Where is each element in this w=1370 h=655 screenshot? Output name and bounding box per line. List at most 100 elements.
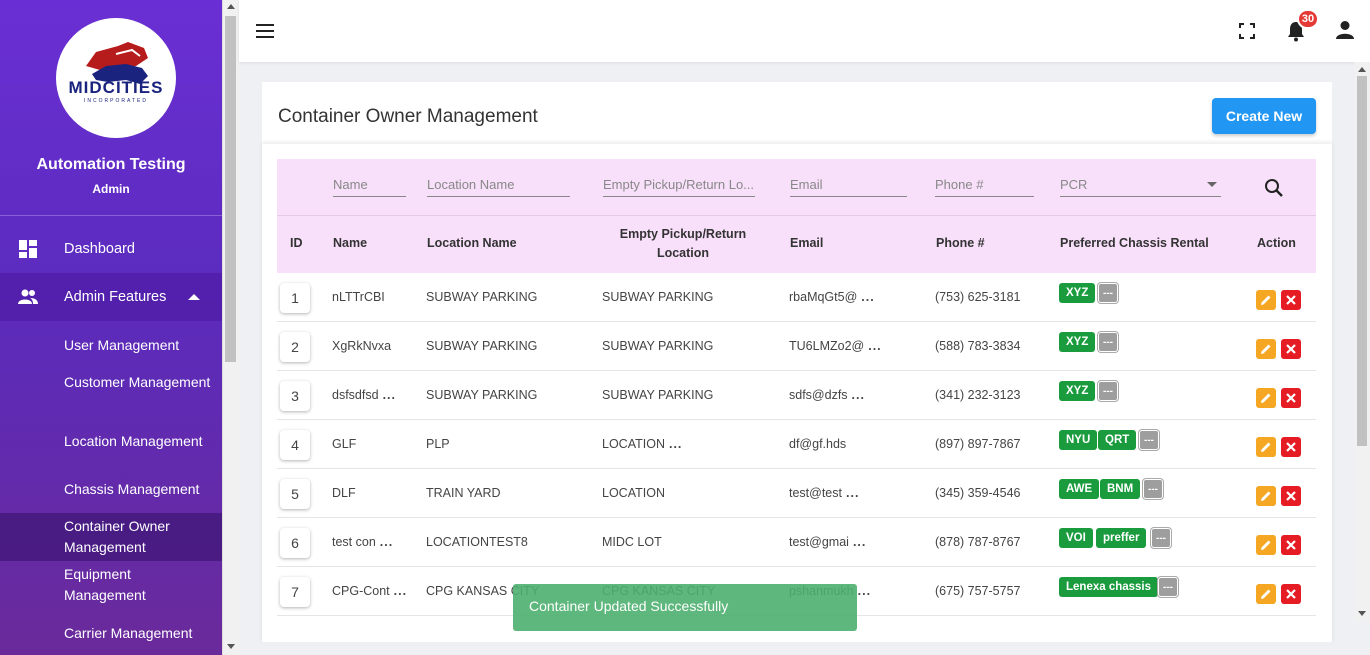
row-name: GLF (332, 437, 360, 451)
row-name-more[interactable]: ... (394, 584, 407, 598)
row-empty-pickup: SUBWAY PARKING (602, 388, 717, 402)
pencil-icon (1261, 295, 1271, 305)
location-filter-input[interactable]: Location Name (427, 175, 570, 197)
row-empty-pickup-more[interactable]: ... (669, 437, 682, 451)
row-email: sdfs@dzfs... (789, 388, 865, 402)
row-name-more[interactable]: ... (380, 535, 393, 549)
close-icon (1286, 344, 1296, 354)
row-phone: (675) 757-5757 (935, 584, 1021, 598)
chassis-tag: XYZ (1059, 332, 1096, 352)
more-tags-button[interactable]: --- (1151, 528, 1171, 548)
page-title: Container Owner Management (278, 106, 538, 127)
email-filter-input[interactable]: Email (790, 175, 907, 197)
person-icon[interactable] (1335, 20, 1355, 40)
row-empty-pickup-text: LOCATION (602, 437, 665, 451)
edit-button[interactable] (1256, 584, 1276, 604)
row-location: LOCATIONTEST8 (426, 535, 528, 549)
column-header-empty-pickup-line1: Empty Pickup/Return (619, 227, 747, 241)
close-icon (1286, 589, 1296, 599)
delete-button[interactable] (1281, 486, 1301, 506)
chassis-tag: VOI (1059, 528, 1093, 548)
search-icon[interactable] (1264, 178, 1284, 198)
pcr-filter-select[interactable]: PCR (1060, 175, 1221, 197)
close-icon (1286, 442, 1296, 452)
edit-button[interactable] (1256, 535, 1276, 555)
sidebar-item-user-management[interactable]: User Management (64, 335, 214, 356)
sidebar-item-container-owner-management[interactable]: Container Owner Management (64, 516, 214, 558)
row-email-more[interactable]: ... (861, 290, 874, 304)
column-header-phone: Phone # (936, 236, 985, 250)
row-phone: (753) 625-3181 (935, 290, 1021, 304)
header-divider (277, 215, 1316, 216)
delete-button[interactable] (1281, 584, 1301, 604)
hamburger-icon[interactable] (256, 24, 274, 38)
row-name-more[interactable]: ... (383, 388, 396, 402)
phone-filter-input[interactable]: Phone # (935, 175, 1034, 197)
sidebar-item-label: Admin Features (64, 289, 167, 305)
table-row[interactable]: 1 nLTTrCBI SUBWAY PARKING SUBWAY PARKING rba… (277, 273, 1316, 322)
delete-button[interactable] (1281, 388, 1301, 408)
scroll-up-arrow-icon[interactable] (1358, 67, 1366, 72)
edit-button[interactable] (1256, 486, 1276, 506)
content-scrollbar-thumb[interactable] (1357, 76, 1367, 446)
row-email-more[interactable]: ... (846, 486, 859, 500)
row-email: TU6LMZo2@... (789, 339, 882, 353)
success-toast: Container Updated Successfully (513, 584, 857, 631)
scroll-up-arrow-icon[interactable] (227, 4, 235, 9)
more-tags-button[interactable]: --- (1139, 430, 1159, 450)
sidebar-scrollbar-thumb[interactable] (225, 16, 236, 362)
empty-pickup-filter-input[interactable]: Empty Pickup/Return Lo... (603, 175, 755, 197)
row-email-more[interactable]: ... (868, 339, 881, 353)
row-email-text: df@gf.hds (789, 437, 847, 451)
edit-button[interactable] (1256, 388, 1276, 408)
edit-button[interactable] (1256, 290, 1276, 310)
row-email-more[interactable]: ... (852, 388, 865, 402)
scroll-down-arrow-icon[interactable] (1358, 611, 1366, 616)
row-location: PLP (426, 437, 450, 451)
sidebar-item-equipment-management[interactable]: Equipment Management (64, 564, 214, 606)
delete-button[interactable] (1281, 535, 1301, 555)
more-tags-button[interactable]: --- (1098, 332, 1118, 352)
table-row[interactable]: 3 dsfsdfsd... SUBWAY PARKING SUBWAY PARKING… (277, 371, 1316, 420)
sidebar-item-admin-features[interactable]: Admin Features (0, 273, 222, 321)
row-email-more[interactable]: ... (858, 584, 871, 598)
more-tags-button[interactable]: --- (1158, 577, 1178, 597)
edit-button[interactable] (1256, 339, 1276, 359)
edit-button[interactable] (1256, 437, 1276, 457)
table-header: Name Location Name Empty Pickup/Return L… (277, 159, 1316, 273)
name-filter-input[interactable]: Name (333, 175, 406, 197)
fullscreen-icon[interactable] (1239, 23, 1255, 39)
table-row[interactable]: 6 test con... LOCATIONTEST8 MIDC LOT test@gm… (277, 518, 1316, 567)
scroll-down-arrow-icon[interactable] (227, 644, 235, 649)
row-name: test con... (332, 535, 393, 549)
create-new-button[interactable]: Create New (1212, 98, 1316, 134)
pencil-icon (1261, 393, 1271, 403)
sidebar-item-carrier-management[interactable]: Carrier Management (64, 623, 214, 644)
chassis-tag: QRT (1098, 430, 1137, 450)
row-name: DLF (332, 486, 360, 500)
notification-badge: 30 (1297, 9, 1319, 29)
table-row[interactable]: 2 XgRkNvxa SUBWAY PARKING SUBWAY PARKING TU6… (277, 322, 1316, 371)
delete-button[interactable] (1281, 437, 1301, 457)
content-card: Container Owner Management Create New Na… (262, 82, 1332, 642)
row-empty-pickup-text: SUBWAY PARKING (602, 290, 714, 304)
company-logo[interactable]: MIDCITIES INCORPORATED (56, 18, 176, 138)
delete-button[interactable] (1281, 290, 1301, 310)
chevron-up-icon (188, 294, 200, 300)
row-empty-pickup: LOCATION (602, 486, 669, 500)
sidebar-item-customer-management[interactable]: Customer Management (64, 372, 214, 393)
sidebar-item-label: Dashboard (64, 241, 135, 257)
row-id: 1 (280, 283, 310, 313)
delete-button[interactable] (1281, 339, 1301, 359)
sidebar-item-dashboard[interactable]: Dashboard (0, 232, 222, 266)
table-row[interactable]: 5 DLF TRAIN YARD LOCATION test@test... (345) … (277, 469, 1316, 518)
sidebar-item-chassis-management[interactable]: Chassis Management (64, 479, 214, 500)
more-tags-button[interactable]: --- (1143, 479, 1163, 499)
more-tags-button[interactable]: --- (1098, 381, 1118, 401)
sidebar-item-location-management[interactable]: Location Management (64, 431, 219, 452)
row-email-text: TU6LMZo2@ (789, 339, 865, 353)
table-row[interactable]: 4 GLF PLP LOCATION... df@gf.hds (897) 897-786… (277, 420, 1316, 469)
pencil-icon (1261, 589, 1271, 599)
row-email-more[interactable]: ... (853, 535, 866, 549)
more-tags-button[interactable]: --- (1098, 283, 1118, 303)
